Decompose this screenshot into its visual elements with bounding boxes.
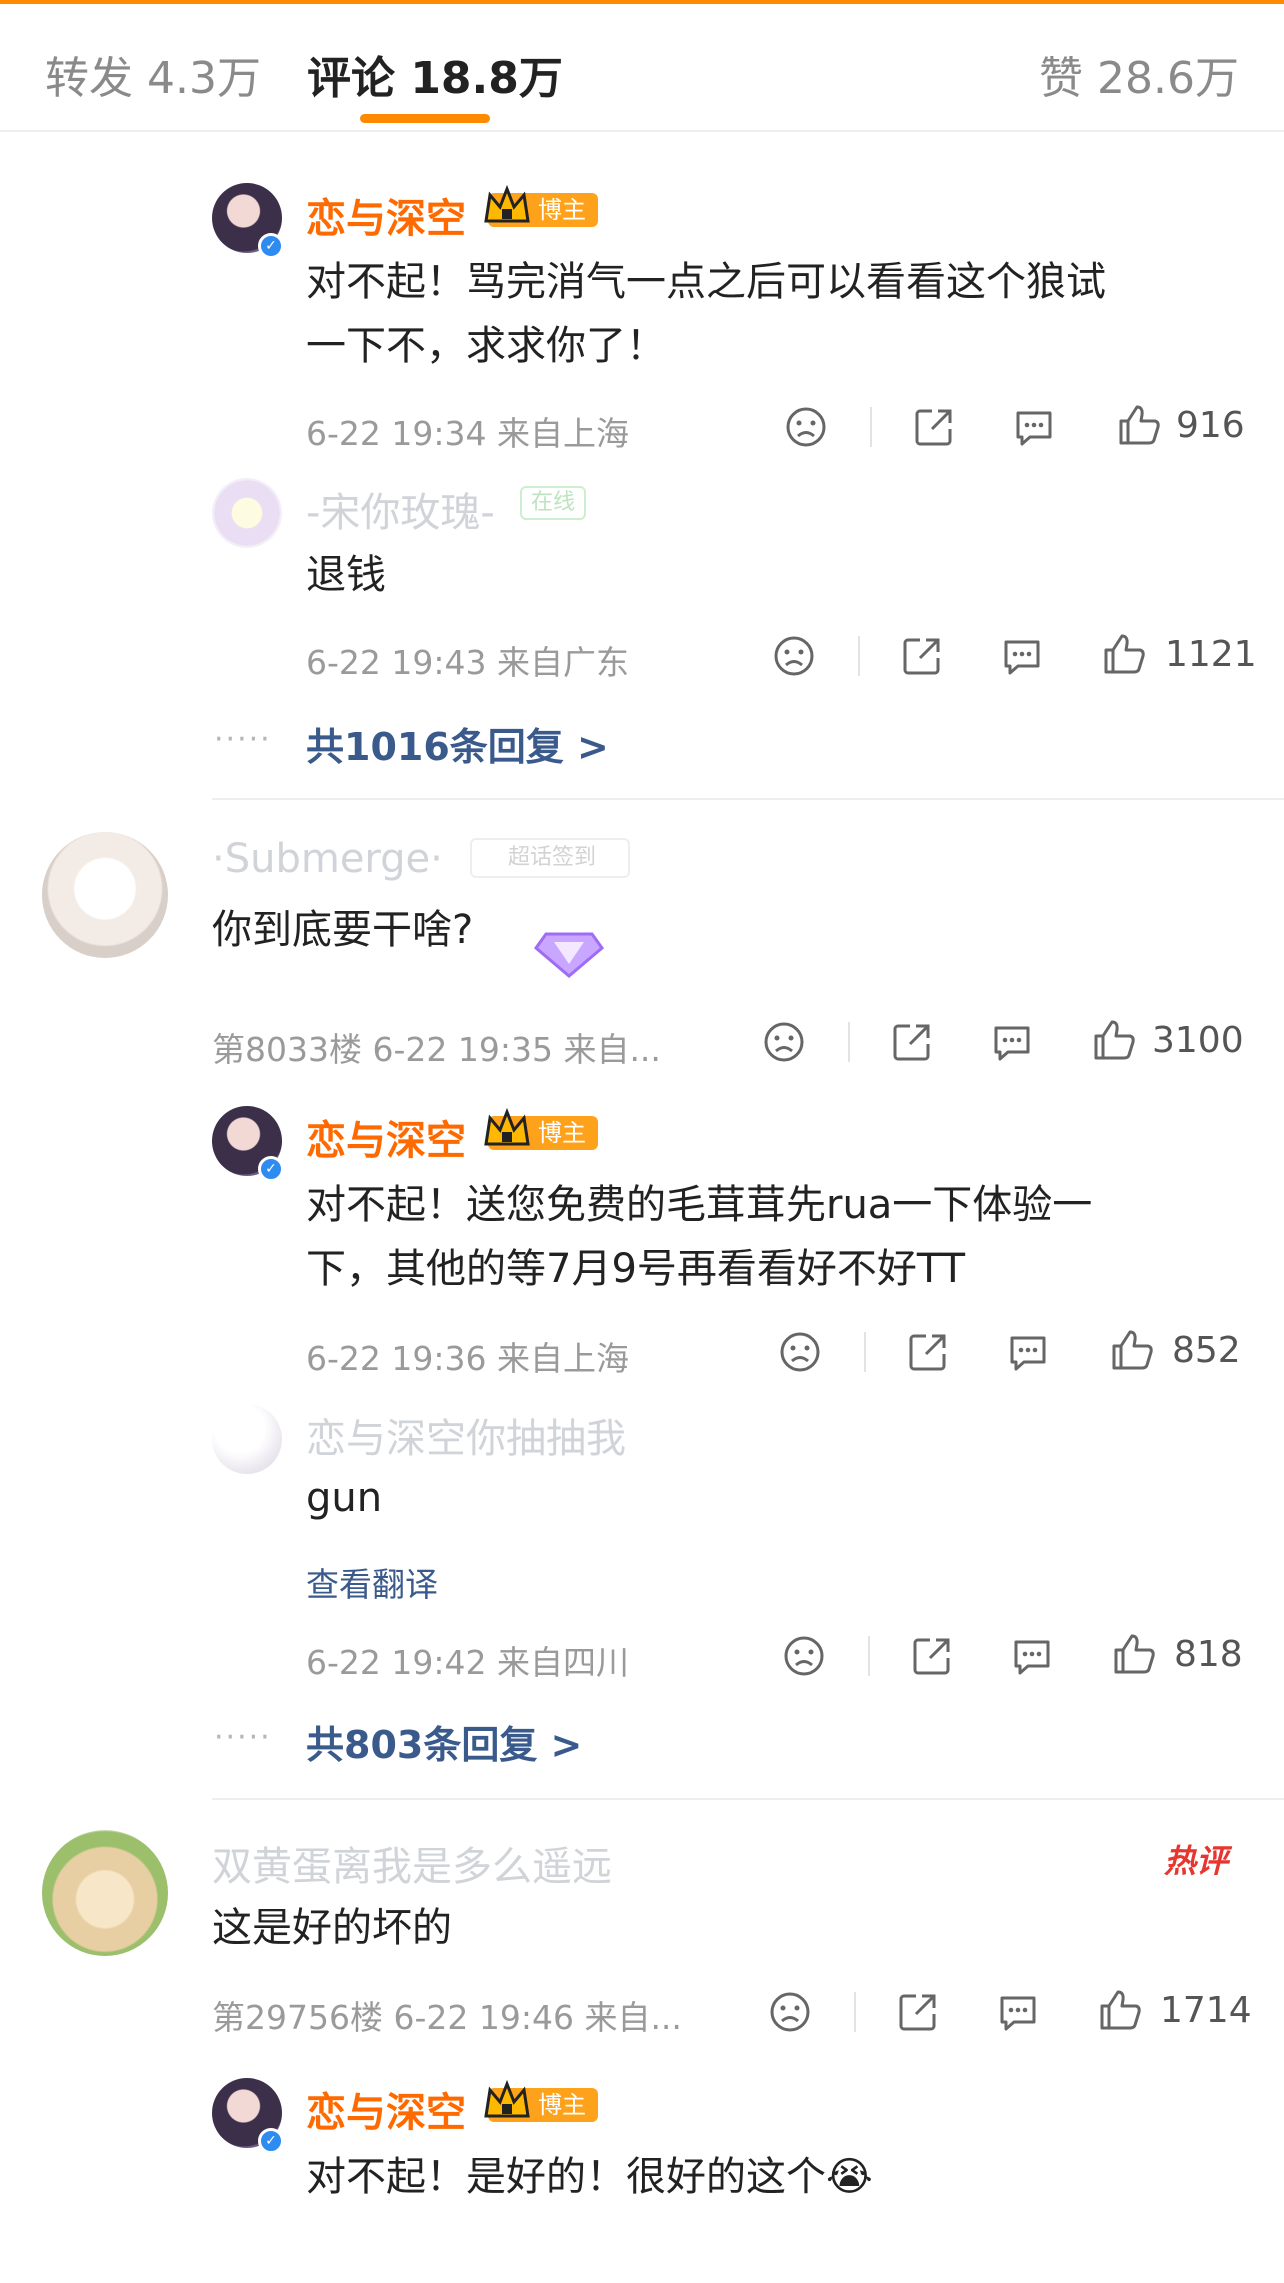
reply-meta: 6-22 19:34 来自上海 (306, 414, 629, 453)
share-icon[interactable] (894, 1988, 942, 2036)
avatar[interactable] (212, 478, 282, 548)
comment-icon[interactable] (1008, 1632, 1056, 1680)
tab-comments[interactable]: 评论 18.8万 (307, 42, 563, 106)
crown-icon (484, 184, 530, 223)
comment-icon[interactable] (998, 632, 1046, 680)
avatar[interactable] (212, 1404, 282, 1474)
view-translation-link[interactable]: 查看翻译 (306, 1558, 438, 1606)
comment-icon[interactable] (1010, 403, 1058, 451)
checkin-badge: 超话签到 (470, 838, 630, 878)
more-replies-dots: ····· (214, 722, 272, 757)
divider (854, 1992, 856, 2032)
comment-meta: 第29756楼 6-22 19:46 来自... (212, 1998, 682, 2037)
comment-divider (212, 798, 1284, 800)
reply-text: gun (306, 1475, 383, 1521)
verified-icon: ✓ (258, 1156, 284, 1182)
share-icon[interactable] (904, 1328, 952, 1376)
share-icon[interactable] (898, 632, 946, 680)
dislike-icon[interactable] (780, 1632, 828, 1680)
reply-text: 对不起！送您免费的毛茸茸先rua一下体验一 (306, 1182, 1093, 1228)
thumbs-up-icon[interactable] (1096, 1986, 1144, 2034)
share-icon[interactable] (888, 1018, 936, 1066)
bottom-fade (0, 2240, 1284, 2283)
view-all-replies-link[interactable]: 共803条回复 > (306, 1714, 582, 1769)
share-icon[interactable] (910, 403, 958, 451)
reply-text: 下，其他的等7月9号再看看好不好TT (306, 1246, 966, 1292)
host-badge: 博主 (484, 2079, 598, 2122)
reply-text: 退钱 (306, 552, 386, 598)
active-tab-indicator (360, 114, 490, 123)
tab-likes[interactable]: 赞 28.6万 (1039, 42, 1239, 106)
thumbs-up-icon[interactable] (1090, 1016, 1138, 1064)
more-replies-dots: ····· (214, 1720, 272, 1755)
online-badge: 在线 (520, 486, 586, 520)
reply-meta: 6-22 19:43 来自广东 (306, 643, 629, 682)
divider (864, 1332, 866, 1372)
comment-text: 你到底要干啥? (212, 907, 474, 953)
reply-author-name[interactable]: 恋与深空 (306, 1108, 466, 1166)
avatar[interactable] (42, 1830, 168, 1956)
hot-comment-label: 热评 (1164, 1842, 1229, 1880)
dislike-icon[interactable] (776, 1328, 824, 1376)
host-badge-label: 博主 (538, 1119, 586, 1147)
host-badge-label: 博主 (538, 2091, 586, 2119)
crown-icon (484, 1107, 530, 1146)
reply-meta: 6-22 19:36 来自上海 (306, 1339, 629, 1378)
reply-author-name[interactable]: 恋与深空你抽抽我 (306, 1406, 626, 1464)
share-icon[interactable] (908, 1632, 956, 1680)
verified-icon: ✓ (258, 2128, 284, 2154)
host-badge-label: 博主 (538, 196, 586, 224)
verified-icon: ✓ (258, 233, 284, 259)
reply-author-name[interactable]: 恋与深空 (306, 2080, 466, 2138)
reply-text: 对不起！骂完消气一点之后可以看看这个狼试 (306, 259, 1106, 305)
thumbs-up-icon[interactable] (1115, 401, 1163, 449)
like-count: 916 (1176, 405, 1245, 446)
thumbs-up-icon[interactable] (1108, 1326, 1156, 1374)
like-count: 1121 (1165, 634, 1257, 675)
comment-divider (212, 1798, 1284, 1800)
divider (868, 1636, 870, 1676)
host-badge: 博主 (484, 184, 598, 227)
crown-icon (484, 2079, 530, 2118)
avatar[interactable] (42, 832, 168, 958)
reply-text: 对不起！是好的！很好的这个😭 (306, 2154, 873, 2200)
like-count: 1714 (1160, 1990, 1252, 2031)
divider (848, 1022, 850, 1062)
divider (870, 407, 872, 447)
diamond-icon (533, 932, 605, 978)
tab-bar: 转发 4.3万 评论 18.8万 赞 28.6万 (0, 4, 1284, 132)
reply-meta: 6-22 19:42 来自四川 (306, 1643, 629, 1682)
reply-text: 一下不，求求你了！ (306, 323, 666, 369)
dislike-icon[interactable] (766, 1988, 814, 2036)
view-all-replies-link[interactable]: 共1016条回复 > (306, 716, 609, 771)
comment-icon[interactable] (988, 1018, 1036, 1066)
host-badge: 博主 (484, 1107, 598, 1150)
divider (858, 636, 860, 676)
comment-author-name[interactable]: 双黄蛋离我是多么遥远 (212, 1834, 612, 1892)
comment-icon[interactable] (1004, 1328, 1052, 1376)
dislike-icon[interactable] (782, 403, 830, 451)
thumbs-up-icon[interactable] (1110, 1630, 1158, 1678)
reply-author-name[interactable]: 恋与深空 (306, 186, 466, 244)
dislike-icon[interactable] (770, 632, 818, 680)
like-count: 818 (1174, 1634, 1243, 1675)
comment-text: 这是好的坏的 (212, 1905, 452, 1951)
thumbs-up-icon[interactable] (1100, 630, 1148, 678)
comment-author-name[interactable]: ·Submerge· (212, 836, 443, 882)
reply-author-name[interactable]: -宋你玫瑰- (306, 480, 495, 538)
tab-repost[interactable]: 转发 4.3万 (45, 42, 261, 106)
dislike-icon[interactable] (760, 1018, 808, 1066)
comment-icon[interactable] (994, 1988, 1042, 2036)
like-count: 3100 (1152, 1020, 1244, 1061)
like-count: 852 (1172, 1330, 1241, 1371)
comment-meta: 第8033楼 6-22 19:35 来自... (212, 1030, 661, 1069)
